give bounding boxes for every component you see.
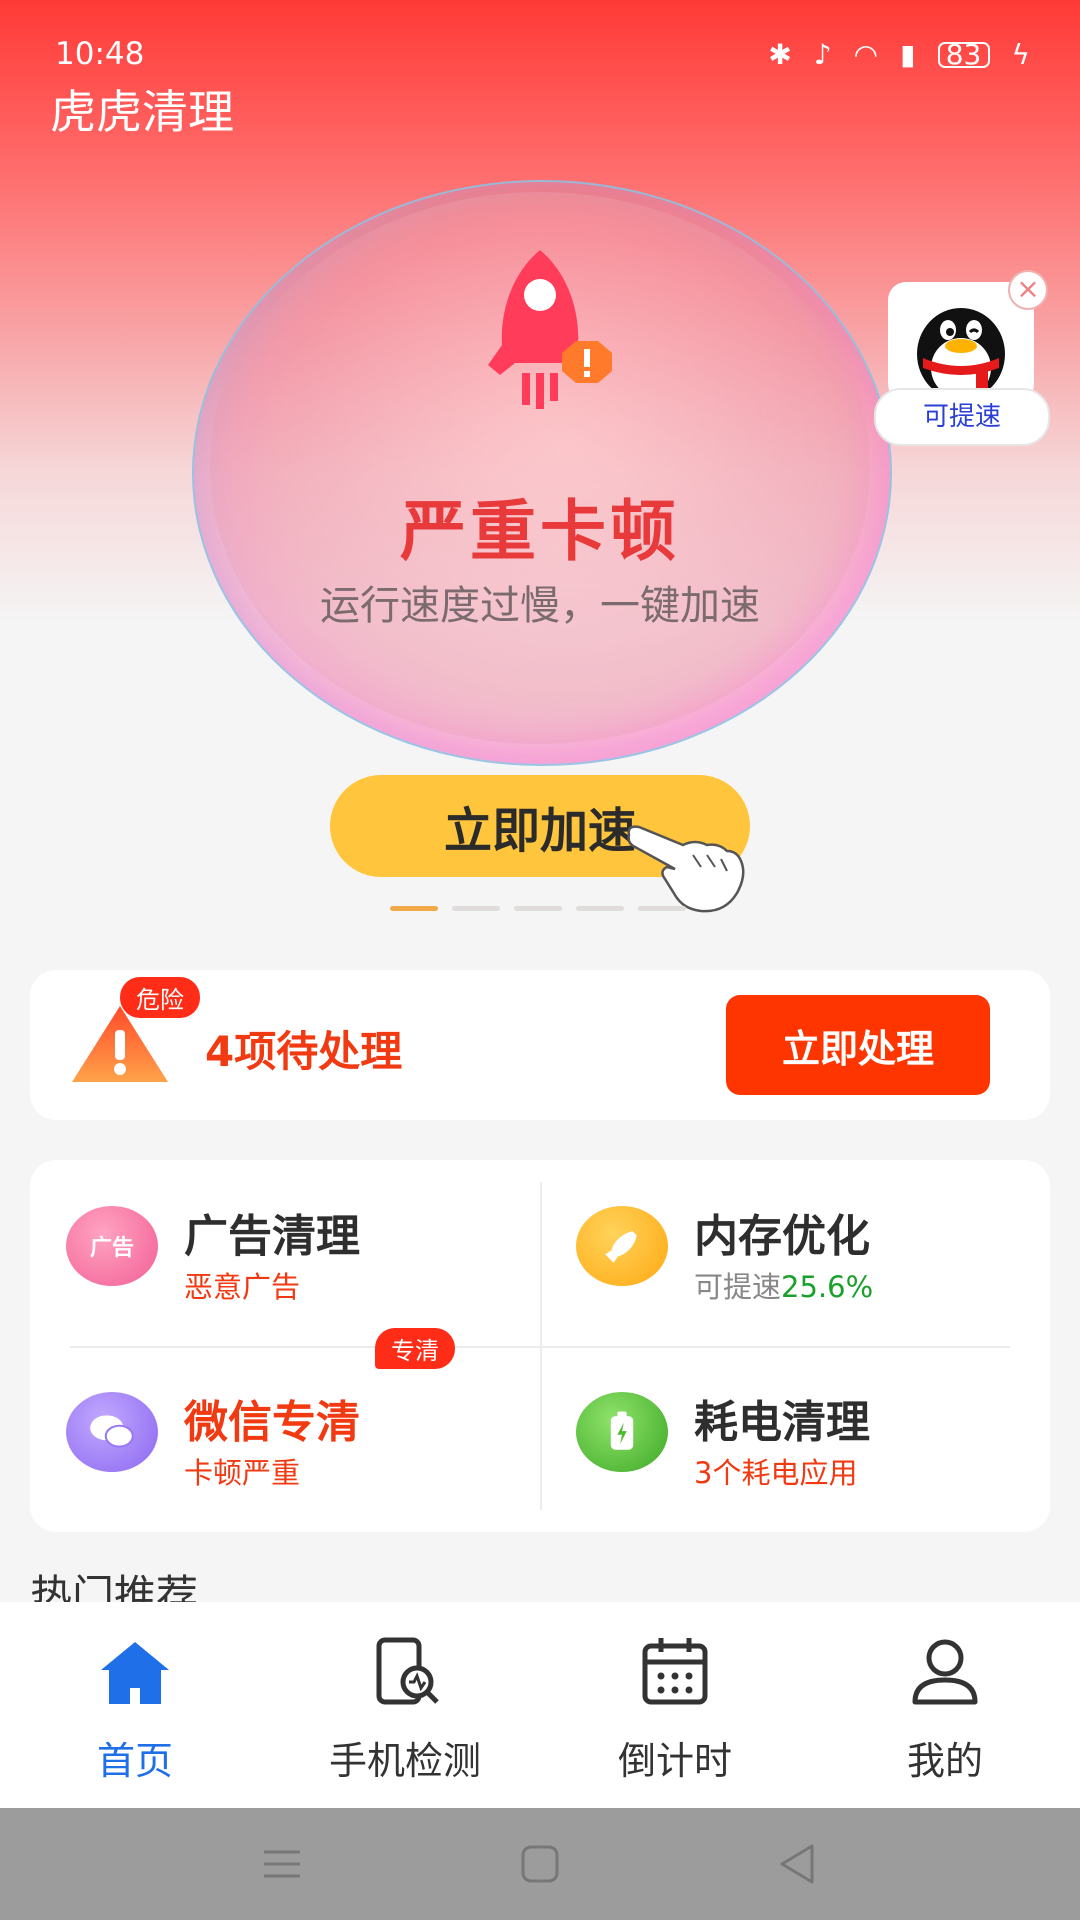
pointing-hand-icon: [627, 825, 745, 913]
tab-countdown[interactable]: 倒计时: [540, 1602, 810, 1808]
back-icon[interactable]: [770, 1836, 826, 1892]
tool-title: 微信专清: [184, 1397, 360, 1448]
carousel-dot: [390, 906, 438, 911]
float-widget-label: 可提速: [874, 388, 1050, 446]
home-nav-icon[interactable]: [512, 1836, 568, 1892]
speedup-value: 25.6%: [781, 1270, 874, 1304]
battery-clean-tool[interactable]: 耗电清理 3个耗电应用: [540, 1346, 1010, 1506]
float-widget[interactable]: × 可提速: [874, 270, 1050, 450]
performance-status-title: 严重卡顿: [400, 493, 680, 570]
signal-icon: ▮: [900, 38, 916, 71]
hot-recommend-heading: 热门推荐: [30, 1571, 199, 1602]
close-icon[interactable]: ×: [1008, 270, 1048, 310]
carousel-dot: [576, 906, 624, 911]
handle-now-button[interactable]: 立即处理: [726, 995, 990, 1095]
carousel-dot: [452, 906, 500, 911]
tool-title: 广告清理: [184, 1211, 360, 1262]
tab-phone-check[interactable]: 手机检测: [270, 1602, 540, 1808]
tab-label: 首页: [96, 1739, 173, 1783]
user-icon: [912, 1639, 978, 1705]
alert-card: 危险 4项待处理 立即处理: [30, 970, 1050, 1120]
rocket-icon: [488, 250, 612, 409]
bluetooth-icon: ✱: [768, 38, 792, 71]
ad-clean-tool[interactable]: 广告 广告清理 恶意广告: [30, 1160, 500, 1320]
wechat-icon: [66, 1392, 158, 1472]
tab-home[interactable]: 首页: [0, 1602, 270, 1808]
tab-label: 倒计时: [617, 1739, 732, 1783]
charging-icon: ϟ: [1011, 38, 1030, 71]
home-icon: [101, 1642, 169, 1704]
system-nav-bar: [0, 1808, 1080, 1920]
tool-subtitle: 恶意广告: [184, 1270, 301, 1304]
speedup-label: 可提速: [694, 1270, 782, 1304]
phone-check-icon: [376, 1637, 439, 1705]
status-time: 10:48: [55, 36, 145, 72]
tool-title: 内存优化: [694, 1211, 870, 1262]
performance-status-subtitle: 运行速度过慢，一键加速: [320, 583, 760, 629]
mute-icon: ♪: [813, 38, 832, 71]
status-icons: ✱ ♪ ◠ ▮ 83 ϟ: [768, 38, 1030, 71]
memory-optimize-tool[interactable]: 内存优化 可提速25.6%: [540, 1160, 1010, 1320]
battery-tool-icon: [576, 1392, 668, 1472]
tool-subtitle: 卡顿严重: [184, 1456, 301, 1490]
tool-subtitle: 3个耗电应用: [694, 1456, 858, 1490]
carousel-dot: [638, 906, 686, 911]
rocket-small-icon: [576, 1206, 668, 1286]
wechat-clean-tool[interactable]: 专清 微信专清 卡顿严重: [30, 1328, 500, 1506]
wifi-icon: ◠: [853, 38, 879, 71]
tab-mine[interactable]: 我的: [810, 1602, 1080, 1808]
carousel-dot: [514, 906, 562, 911]
calendar-icon: [642, 1638, 708, 1705]
tool-subtitle: 可提速25.6%: [694, 1264, 873, 1306]
zhuanqing-badge: 专清: [375, 1328, 455, 1369]
menu-icon[interactable]: [254, 1836, 310, 1892]
danger-badge: 危险: [120, 977, 200, 1018]
tab-label: 手机检测: [328, 1739, 481, 1783]
app-title: 虎虎清理: [50, 85, 234, 139]
pending-items-text: 4项待处理: [205, 1027, 403, 1076]
ad-icon: 广告: [66, 1206, 158, 1286]
battery-icon: 83: [937, 38, 990, 71]
tools-card: 广告 广告清理 恶意广告 内存优化 可提速25.6% 专清 微信专清 卡顿严重 …: [30, 1160, 1050, 1532]
tab-label: 我的: [906, 1739, 983, 1783]
carousel-indicator: [390, 906, 686, 911]
bottom-tab-bar: 首页 手机检测 倒计时 我的: [0, 1602, 1080, 1808]
tool-title: 耗电清理: [694, 1397, 870, 1448]
